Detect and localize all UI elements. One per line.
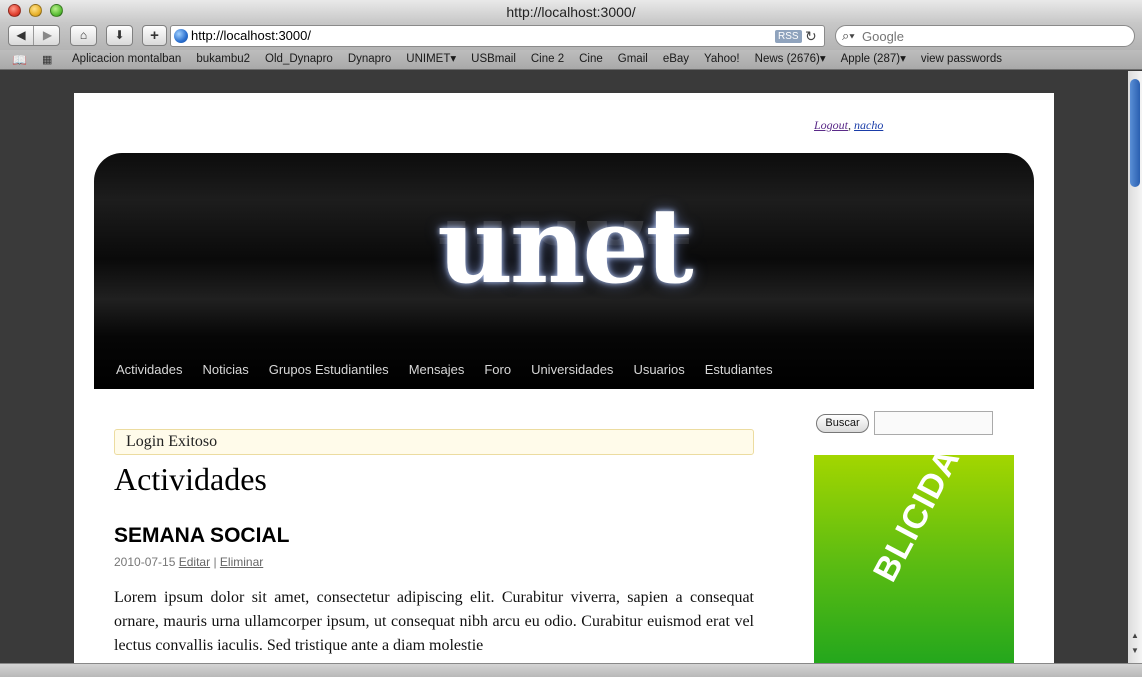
open-book-icon[interactable]: 📖 xyxy=(12,52,27,68)
nav-item[interactable]: Universidades xyxy=(531,361,613,379)
logo-reflection: unet xyxy=(414,221,714,281)
status-bar xyxy=(0,663,1142,677)
edit-link[interactable]: Editar xyxy=(179,555,210,569)
nav-item[interactable]: Actividades xyxy=(116,361,182,379)
page-viewport: Logout, nacho unet unet ActividadesNotic… xyxy=(0,71,1128,663)
post-body: Lorem ipsum dolor sit amet, consectetur … xyxy=(114,589,754,654)
nav-item[interactable]: Estudiantes xyxy=(705,361,773,379)
home-icon: ⌂ xyxy=(79,28,88,42)
back-forward-control: ◀ ▶ xyxy=(8,25,60,46)
add-bookmark-button[interactable]: + xyxy=(142,25,167,46)
post-title[interactable]: SEMANA SOCIAL xyxy=(114,523,289,549)
download-icon: ⬇ xyxy=(114,28,125,42)
bookmark-item[interactable]: Dynapro xyxy=(348,50,391,69)
user-links-separator: , xyxy=(848,118,852,132)
scroll-up-arrow[interactable]: ▲ xyxy=(1128,631,1142,640)
main-nav: Actividades Noticias Grupos Estudiantiles M… xyxy=(116,361,793,379)
search-button[interactable]: Buscar xyxy=(816,414,869,433)
page-container: Logout, nacho unet unet ActividadesNotic… xyxy=(74,93,1054,663)
zoom-window-button[interactable] xyxy=(50,4,63,17)
bookmark-item[interactable]: view passwords xyxy=(921,50,1002,69)
grid-icon[interactable]: ▦ xyxy=(42,52,52,68)
globe-icon xyxy=(174,29,188,43)
post-meta: 2010-07-15 Editar | Eliminar xyxy=(114,554,263,570)
username-link[interactable]: nacho xyxy=(854,118,883,132)
meta-separator: | xyxy=(213,555,217,569)
nav-item[interactable]: Noticias xyxy=(202,361,248,379)
scroll-down-arrow[interactable]: ▼ xyxy=(1128,646,1142,655)
address-text[interactable]: http://localhost:3000/ xyxy=(191,26,311,46)
logout-link[interactable]: Logout xyxy=(814,118,848,132)
window-titlebar: http://localhost:3000/ xyxy=(0,0,1142,22)
browser-toolbar: ◀ ▶ ⌂ ⬇ + http://localhost:3000/ RSS ↻ ⌕… xyxy=(0,22,1142,50)
forward-button[interactable]: ▶ xyxy=(35,26,60,45)
minimize-window-button[interactable] xyxy=(29,4,42,17)
bookmark-item[interactable]: Cine xyxy=(579,50,603,69)
user-links: Logout, nacho xyxy=(814,118,883,133)
downloads-button[interactable]: ⬇ xyxy=(106,25,133,46)
bookmarks-bar: 📖 ▦ Aplicacion montalban bukambu2 Old_Dyna… xyxy=(0,50,1142,70)
search-box[interactable]: ⌕▾ xyxy=(835,25,1135,47)
site-header: unet unet ActividadesNoticiasGrupos Estu… xyxy=(94,153,1034,389)
ad-text: BLICIDAD xyxy=(866,455,980,588)
window-title: http://localhost:3000/ xyxy=(506,4,636,20)
search-icon: ⌕▾ xyxy=(842,28,855,43)
reload-icon[interactable]: ↻ xyxy=(805,26,817,46)
bookmark-item[interactable]: Old_Dynapro xyxy=(265,50,333,69)
bookmark-item[interactable]: Yahoo! xyxy=(704,50,740,69)
nav-item[interactable]: Mensajes xyxy=(409,361,465,379)
nav-item[interactable]: Grupos Estudiantiles xyxy=(269,361,389,379)
home-button[interactable]: ⌂ xyxy=(70,25,97,46)
bookmark-item[interactable]: News (2676)▾ xyxy=(755,50,826,69)
bookmark-list: Aplicacion montalban bukambu2 Old_Dynapro D… xyxy=(72,50,1017,69)
vertical-scrollbar[interactable]: ▲ ▼ xyxy=(1128,71,1142,663)
nav-item[interactable]: Usuarios xyxy=(633,361,684,379)
bookmark-item[interactable]: eBay xyxy=(663,50,689,69)
site-search-input[interactable] xyxy=(874,411,993,435)
post-date: 2010-07-15 xyxy=(114,555,176,569)
page-title: Actividades xyxy=(114,461,267,497)
ad-banner[interactable]: BLICIDAD xyxy=(814,455,1014,663)
back-button[interactable]: ◀ xyxy=(9,26,34,45)
close-window-button[interactable] xyxy=(8,4,21,17)
search-input[interactable] xyxy=(862,27,1122,45)
bookmark-item[interactable]: Gmail xyxy=(618,50,648,69)
bookmark-item[interactable]: Cine 2 xyxy=(531,50,564,69)
flash-message: Login Exitoso xyxy=(114,429,754,455)
scrollbar-thumb[interactable] xyxy=(1130,79,1140,187)
plus-icon: + xyxy=(150,27,159,44)
bookmark-item[interactable]: Aplicacion montalban xyxy=(72,50,181,69)
address-bar[interactable]: http://localhost:3000/ RSS ↻ xyxy=(170,25,825,47)
nav-item[interactable]: Foro xyxy=(484,361,511,379)
bookmark-item[interactable]: Apple (287)▾ xyxy=(841,50,906,69)
bookmark-item[interactable]: bukambu2 xyxy=(196,50,250,69)
delete-link[interactable]: Eliminar xyxy=(220,555,263,569)
rss-button[interactable]: RSS xyxy=(775,30,802,43)
bookmark-item[interactable]: UNIMET▾ xyxy=(406,50,456,69)
bookmark-item[interactable]: USBmail xyxy=(471,50,516,69)
